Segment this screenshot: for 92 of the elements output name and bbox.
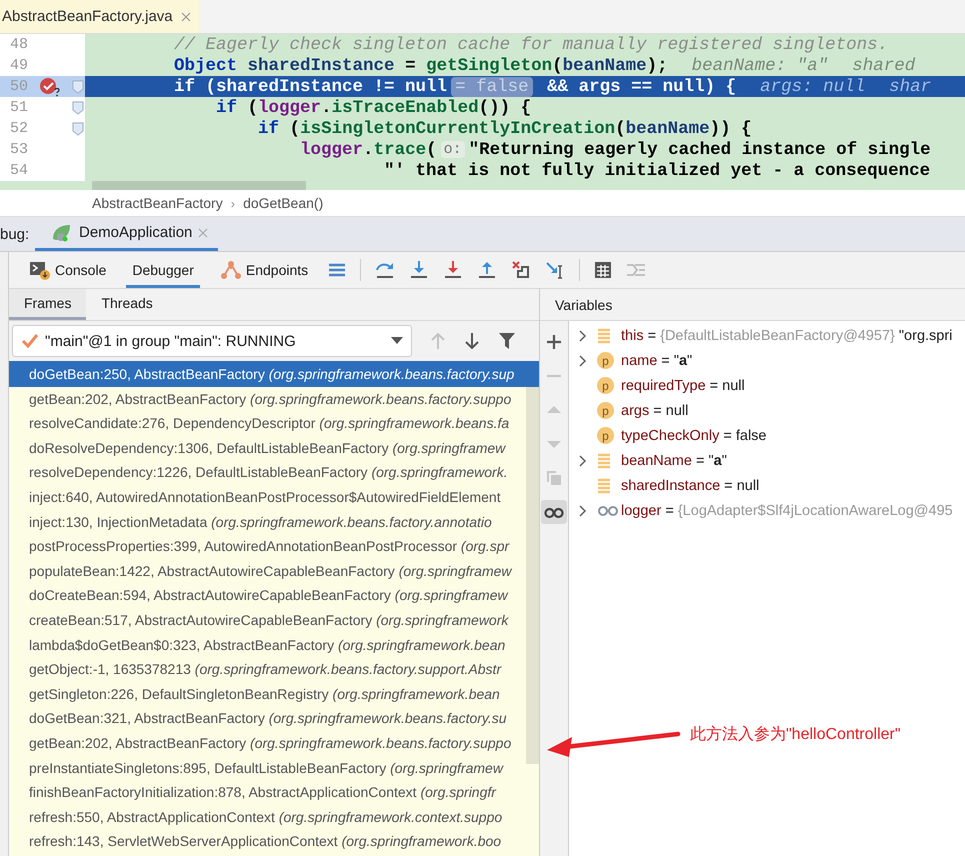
stack-frame[interactable]: getSingleton:226, DefaultSingletonBeanRegistry (org.springframework.bean xyxy=(9,682,526,706)
stack-frame[interactable]: resolveDependency:1226, DefaultListableBeanFactory (org.springframework. xyxy=(9,460,526,485)
expand-icon[interactable] xyxy=(579,330,587,342)
console-icon[interactable] xyxy=(29,260,51,280)
line-number: 51 xyxy=(8,99,28,116)
step-out-icon[interactable] xyxy=(477,260,498,280)
variable-value: typeCheckOnly = false xyxy=(621,428,766,444)
leaf-icon xyxy=(51,222,73,242)
panel-label: bug: xyxy=(0,224,30,244)
code-text: logger.trace( xyxy=(299,140,437,160)
variable-value: requiredType = null xyxy=(621,378,745,394)
step-into-icon[interactable] xyxy=(409,260,430,280)
stack-frame[interactable]: createBean:517, AbstractAutowireCapableBeanFactory (org.springframework xyxy=(9,608,526,633)
variable-value: name = "a" xyxy=(621,352,692,368)
code-text: && args == null) { xyxy=(546,76,736,96)
close-icon[interactable] xyxy=(180,12,191,22)
field-icon xyxy=(597,328,611,344)
glasses-icon[interactable] xyxy=(541,500,567,524)
stack-frame[interactable]: inject:130, InjectionMetadata (org.springframework.beans.factory.annotatio xyxy=(9,510,526,534)
parameter-icon: p xyxy=(597,377,614,394)
value-hint: = false xyxy=(451,76,533,96)
breadcrumb-item[interactable]: AbstractBeanFactory xyxy=(92,195,223,211)
breadcrumb-item[interactable]: doGetBean() xyxy=(243,195,324,211)
line-number: 53 xyxy=(8,141,28,158)
field-icon xyxy=(597,452,611,468)
annotation-text: 此方法入参为"helloController" xyxy=(690,724,901,745)
panel-tab[interactable]: Frames xyxy=(9,289,86,320)
code-text: // Eagerly check singleton cache for manually registered singletons. xyxy=(173,34,888,54)
stack-frame[interactable]: lambda$doGetBean$0:323, AbstractBeanFactory (org.springframework.bean xyxy=(9,632,526,658)
caret-icon xyxy=(391,337,403,345)
toolbar-tab[interactable]: Console xyxy=(23,252,112,288)
parameter-icon: p xyxy=(597,427,614,444)
stack-frame[interactable]: doResolveDependency:1306, DefaultListableBeanFactory (org.springframew xyxy=(9,436,526,460)
variable-value: args = null xyxy=(621,402,688,418)
scrollbar-thumb[interactable] xyxy=(526,387,539,764)
stack-frame[interactable]: finishBeanFactoryInitialization:878, AbstractApplicationContext (org.springfr xyxy=(9,780,526,805)
code-text: "' that is not fully initialized yet - a consequence xyxy=(383,160,930,180)
glasses-icon xyxy=(597,504,619,516)
stack-frame[interactable]: postProcessProperties:399, AutowiredAnnotationBeanPostProcessor (org.spr xyxy=(9,534,526,559)
stack-frame[interactable]: refresh:550, AbstractApplicationContext (org.springframework.context.suppo xyxy=(9,804,526,830)
variable-value: beanName = "a" xyxy=(621,452,727,468)
variable-value: logger = {LogAdapter$Slf4jLocationAwareLog@495 xyxy=(621,502,953,518)
scrollbar-thumb[interactable] xyxy=(92,181,306,190)
field-icon xyxy=(597,478,611,494)
line-number: 48 xyxy=(8,36,28,53)
inline-value: args: null xyxy=(760,76,866,96)
stack-frame[interactable]: resolveCandidate:276, DependencyDescriptor (org.springframework.beans.fa xyxy=(9,411,526,436)
panel-tab[interactable]: Threads xyxy=(86,289,168,320)
stack-frame[interactable]: getBean:202, AbstractBeanFactory (org.springframework.beans.factory.suppo xyxy=(9,386,526,412)
line-number: 49 xyxy=(8,57,28,74)
stack-frame[interactable]: refresh:143, ServletWebServerApplicationContext (org.springframework.boo xyxy=(9,829,526,854)
code-text: if (sharedInstance != null xyxy=(173,76,448,96)
variable-value: this = {DefaultListableBeanFactory@4957} "org.spri xyxy=(621,328,952,344)
inline-value: beanName: "a" xyxy=(692,56,828,76)
close-icon xyxy=(198,228,208,238)
expand-icon[interactable] xyxy=(579,454,587,466)
stack-frame[interactable]: preInstantiateSingletons:895, DefaultListableBeanFactory (org.springframew xyxy=(9,756,526,780)
stack-frame[interactable]: inject:640, AutowiredAnnotationBeanPostProcessor$AutowiredFieldElement xyxy=(9,484,526,510)
file-tab[interactable]: AbstractBeanFactory.java xyxy=(0,0,199,33)
code-text: if (logger.isTraceEnabled()) { xyxy=(215,98,532,118)
inline-value: shar xyxy=(889,76,932,96)
line-number: 52 xyxy=(8,120,28,137)
inline-value: shared xyxy=(852,56,916,76)
parameter-hint: o: xyxy=(440,141,465,158)
variable-value: sharedInstance = null xyxy=(621,478,760,494)
code-text: if (isSingletonCurrentlyInCreation(beanName)) { xyxy=(257,118,752,138)
stack-frame[interactable]: populateBean:1422, AbstractAutowireCapableBeanFactory (org.springframew xyxy=(9,558,526,584)
breadcrumb-separator: › xyxy=(230,196,236,210)
stack-frame[interactable]: getBean:202, AbstractBeanFactory (org.springframework.beans.factory.suppo xyxy=(9,730,526,756)
parameter-icon: p xyxy=(597,352,614,369)
expand-icon[interactable] xyxy=(579,354,587,366)
line-number: 54 xyxy=(8,162,28,179)
breakpoint-icon[interactable] xyxy=(39,76,61,96)
check-icon xyxy=(21,333,39,349)
calculator-icon[interactable] xyxy=(594,261,612,279)
thread-dropdown[interactable]: "main"@1 in group "main": RUNNING xyxy=(12,325,412,357)
code-text: "Returning eagerly cached instance of single xyxy=(468,140,931,160)
stack-frame[interactable]: doGetBean:321, AbstractBeanFactory (org.springframework.beans.factory.su xyxy=(9,706,526,731)
expand-icon[interactable] xyxy=(579,504,587,516)
drop-frame-icon[interactable] xyxy=(511,260,532,280)
stack-frame[interactable]: getObject:-1, 1635378213 (org.springframework.beans.factory.support.Abstr xyxy=(9,657,526,682)
line-number: 50 xyxy=(8,78,28,95)
menu-icon[interactable] xyxy=(328,262,346,278)
stack-frame[interactable]: doGetBean:250, AbstractBeanFactory (org.springframework.beans.factory.sup xyxy=(9,362,539,387)
stack-frame[interactable]: doCreateBean:594, AbstractAutowireCapableBeanFactory (org.springframew xyxy=(9,583,526,608)
parameter-icon: p xyxy=(597,402,614,419)
force-step-into-icon[interactable] xyxy=(443,260,464,280)
filter-icon[interactable] xyxy=(498,332,516,350)
down-arrow-icon[interactable] xyxy=(464,332,480,350)
toolbar-tab[interactable]: Endpoints xyxy=(214,252,314,288)
panel-title: Variables xyxy=(555,296,612,312)
code-text: Object sharedInstance = getSingleton(beanName); xyxy=(173,56,668,76)
